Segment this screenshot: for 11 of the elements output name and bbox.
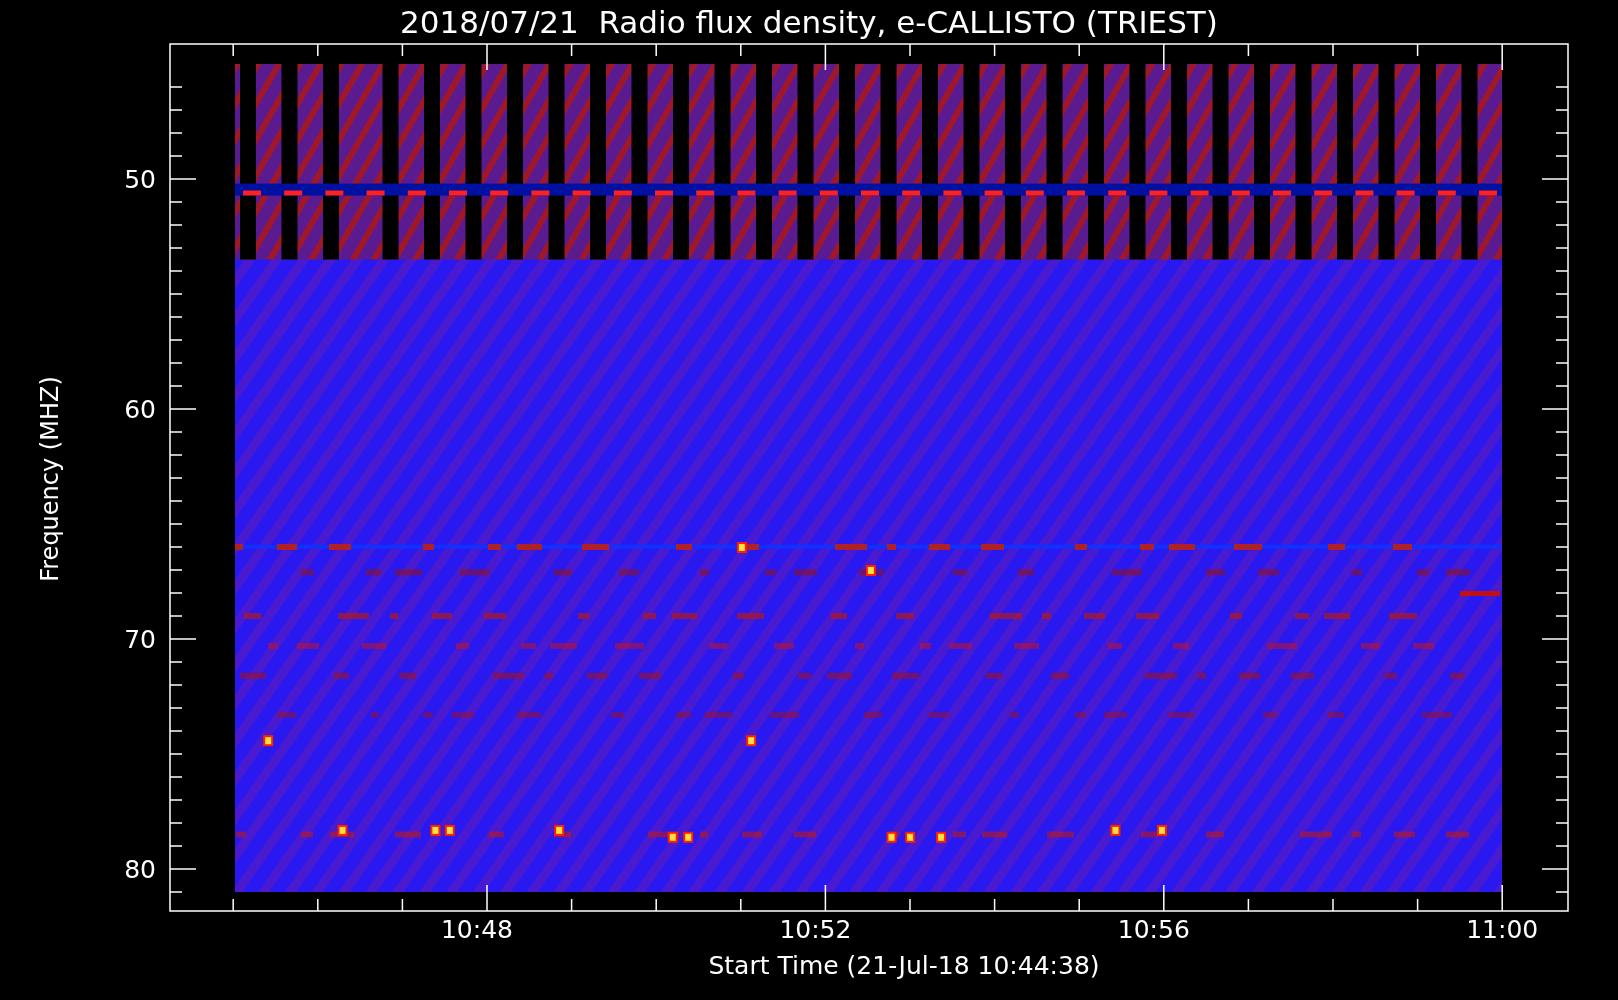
tick-label: 10:56 <box>1117 915 1190 944</box>
tick-label: 70 <box>124 625 156 654</box>
tick-label: 10:52 <box>779 915 852 944</box>
tick-label: 10:48 <box>441 915 513 944</box>
tick-label: 50 <box>124 165 156 194</box>
plot-title: 2018/07/21 Radio flux density, e-CALLISTO (TRIEST) <box>399 3 1219 42</box>
axis-label: Start Time (21-Jul-18 10:44:38) <box>708 952 1100 980</box>
axis-label: Frequency (MHZ) <box>36 376 64 582</box>
tick-label: 11:00 <box>1466 915 1539 944</box>
tick-label: 60 <box>124 395 156 424</box>
tick-label: 80 <box>124 855 156 884</box>
